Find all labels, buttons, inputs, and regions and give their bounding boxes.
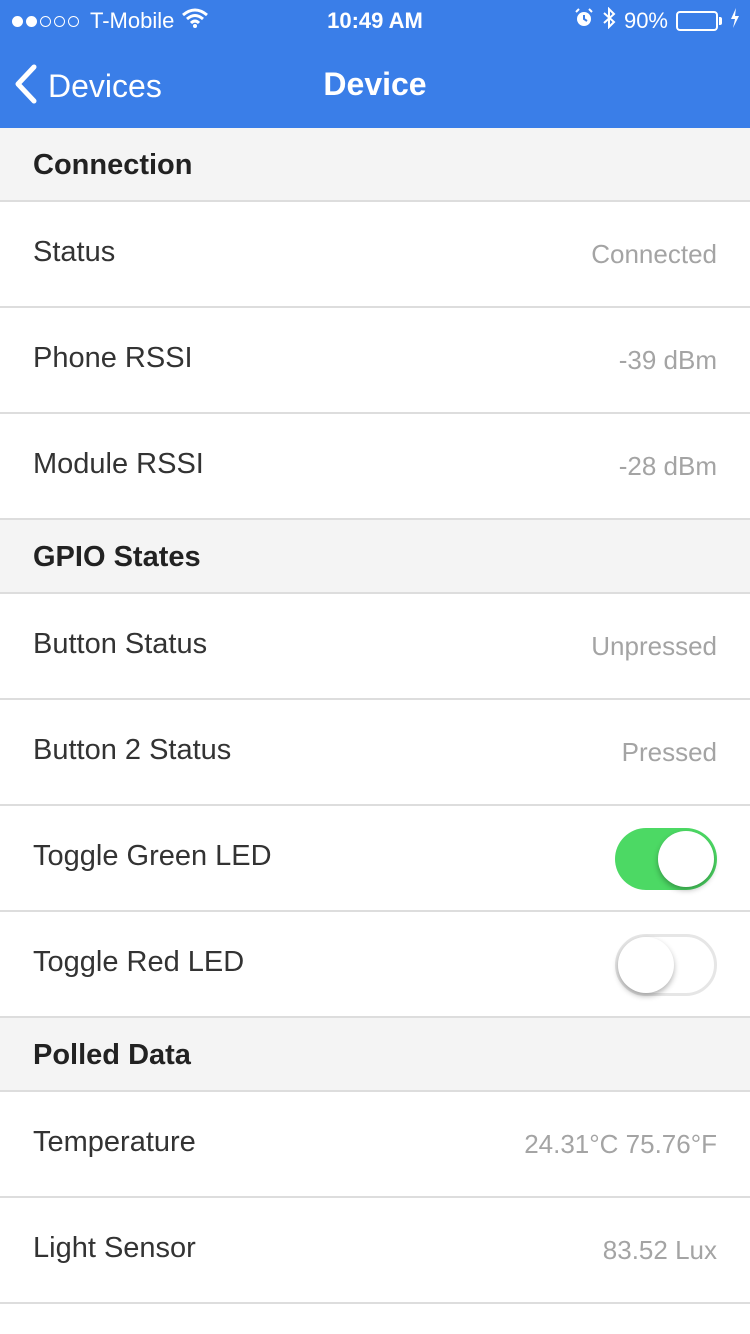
row-value: Unpressed <box>591 631 717 661</box>
green-led-toggle[interactable] <box>615 828 717 890</box>
section-header-polled-data: Polled Data <box>0 1018 750 1092</box>
row-module-rssi: Module RSSI -28 dBm <box>0 414 750 520</box>
row-label: Module RSSI <box>33 448 204 480</box>
section-header-gpio: GPIO States <box>0 520 750 594</box>
row-label: Status <box>33 236 116 268</box>
row-value: 83.52 Lux <box>602 1235 717 1265</box>
row-label: Toggle Red LED <box>33 946 245 978</box>
row-label: Temperature <box>33 1126 196 1158</box>
status-right: 90% <box>566 6 740 35</box>
status-bar: T-Mobile 10:49 AM 90% <box>0 0 750 40</box>
row-value: Pressed <box>621 737 717 767</box>
row-value: 24.31°C 75.76°F <box>524 1129 717 1159</box>
navigation-bar: Devices Device <box>0 40 750 128</box>
battery-body <box>676 11 718 31</box>
row-value: Connected <box>591 239 717 269</box>
battery-icon <box>676 11 722 31</box>
row-temperature: Temperature 24.31°C 75.76°F <box>0 1092 750 1198</box>
row-phone-rssi: Phone RSSI -39 dBm <box>0 308 750 414</box>
row-label: Button 2 Status <box>33 734 232 766</box>
section-title: Polled Data <box>33 1039 191 1071</box>
battery-tip <box>719 17 722 25</box>
row-value: -39 dBm <box>618 345 717 375</box>
page-title: Device <box>323 66 427 102</box>
row-toggle-red-led: Toggle Red LED <box>0 912 750 1018</box>
row-toggle-green-led: Toggle Green LED <box>0 806 750 912</box>
section-header-connection: Connection <box>0 128 750 202</box>
row-label: Toggle Green LED <box>33 840 272 872</box>
header: T-Mobile 10:49 AM 90% Devices Device <box>0 0 750 128</box>
section-title: Connection <box>33 149 193 181</box>
toggle-knob <box>658 831 714 887</box>
battery-percent: 90% <box>623 8 668 33</box>
row-label: Light Sensor <box>33 1232 196 1264</box>
row-light-sensor: Light Sensor 83.52 Lux <box>0 1198 750 1304</box>
row-button-status: Button Status Unpressed <box>0 594 750 700</box>
toggle-knob <box>618 937 674 993</box>
charging-icon <box>730 8 740 34</box>
row-label: Button Status <box>33 628 208 660</box>
row-status: Status Connected <box>0 202 750 308</box>
bluetooth-icon <box>602 6 616 35</box>
row-button-2-status: Button 2 Status Pressed <box>0 700 750 806</box>
row-value: -28 dBm <box>618 451 717 481</box>
section-title: GPIO States <box>33 541 201 573</box>
red-led-toggle[interactable] <box>615 934 717 996</box>
row-label: Phone RSSI <box>33 342 193 374</box>
alarm-icon <box>574 8 594 34</box>
